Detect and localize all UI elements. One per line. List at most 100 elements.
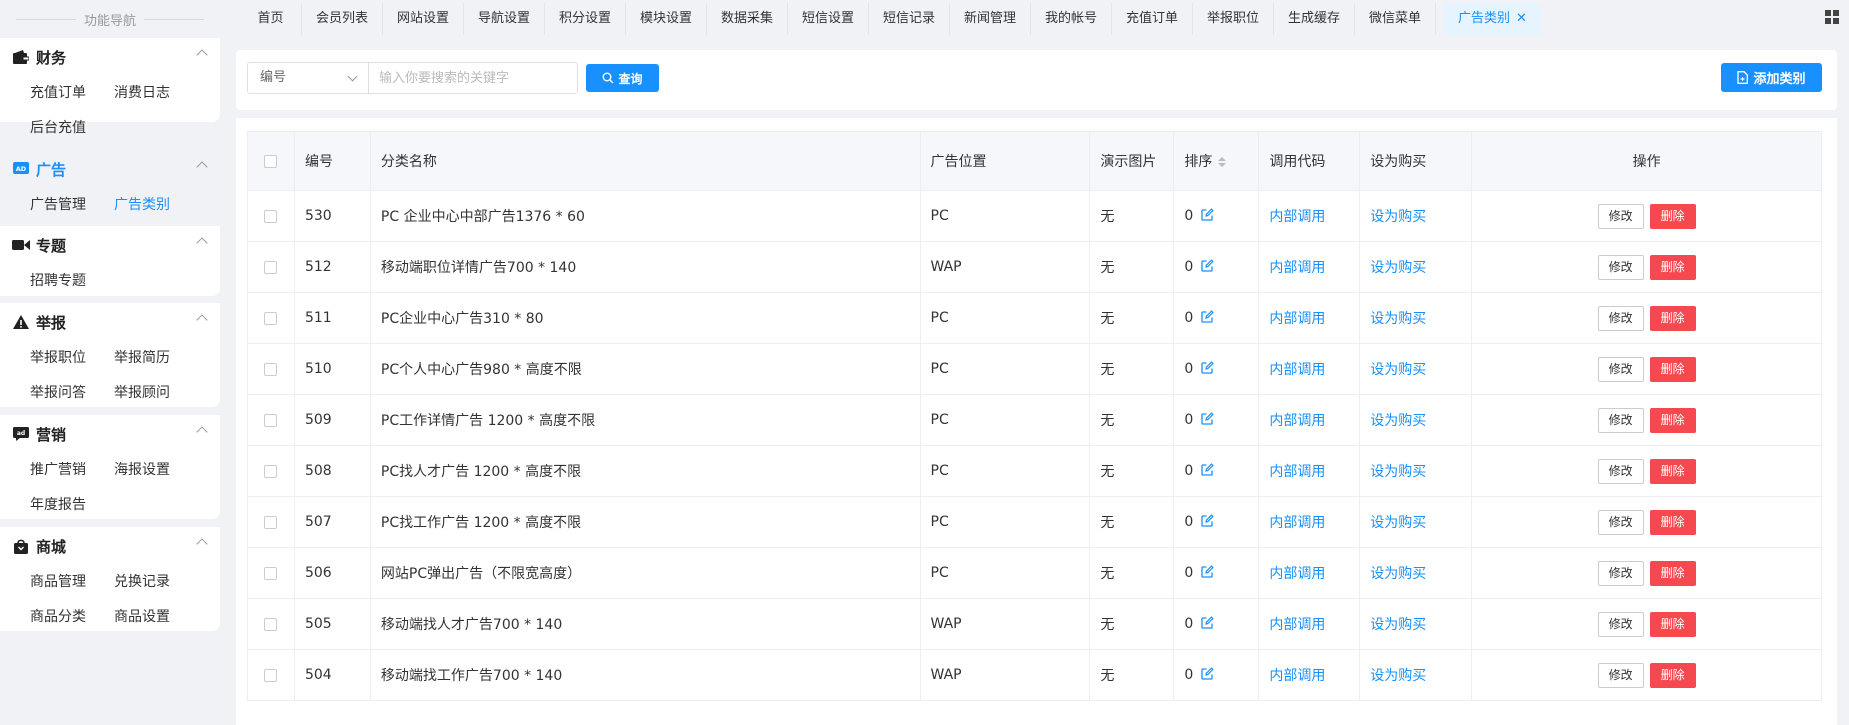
- delete-button[interactable]: 删除: [1649, 611, 1696, 637]
- sidebar-item-exchange-records[interactable]: 兑换记录: [114, 565, 198, 600]
- chevron-up-icon[interactable]: [196, 538, 208, 550]
- row-checkbox[interactable]: [264, 464, 278, 478]
- tab-site-settings[interactable]: 网站设置: [383, 3, 464, 35]
- sidebar-item-poster-settings[interactable]: 海报设置: [114, 453, 198, 488]
- sidebar-item-report-consultant[interactable]: 举报顾问: [114, 376, 198, 411]
- tab-recharge-orders[interactable]: 充值订单: [1112, 3, 1193, 35]
- sidebar-item-consumption-log[interactable]: 消费日志: [114, 76, 198, 111]
- row-checkbox[interactable]: [264, 668, 278, 682]
- sidebar-group-header-topics[interactable]: 专题: [0, 226, 220, 264]
- select-all-checkbox[interactable]: [264, 154, 278, 168]
- set-purchase-link[interactable]: 设为购买: [1370, 617, 1426, 633]
- edit-button[interactable]: 修改: [1597, 509, 1644, 535]
- delete-button[interactable]: 删除: [1649, 254, 1696, 280]
- tab-sms-records[interactable]: 短信记录: [869, 3, 950, 35]
- edit-sort-icon[interactable]: [1201, 615, 1215, 633]
- set-purchase-link[interactable]: 设为购买: [1370, 515, 1426, 531]
- row-checkbox[interactable]: [264, 413, 278, 427]
- chevron-up-icon[interactable]: [196, 161, 208, 173]
- tab-wechat-menu[interactable]: 微信菜单: [1355, 3, 1436, 35]
- sidebar-item-admin-recharge[interactable]: 后台充值: [30, 111, 114, 146]
- row-checkbox[interactable]: [264, 566, 278, 580]
- tab-nav-settings[interactable]: 导航设置: [464, 3, 545, 35]
- edit-button[interactable]: 修改: [1597, 203, 1644, 229]
- edit-sort-icon[interactable]: [1201, 258, 1215, 276]
- sidebar-group-header-finance[interactable]: 财务: [0, 38, 220, 76]
- row-checkbox[interactable]: [264, 209, 278, 223]
- row-checkbox[interactable]: [264, 515, 278, 529]
- tab-home[interactable]: 首页: [240, 3, 302, 35]
- sidebar-item-report-jobs[interactable]: 举报职位: [30, 341, 114, 376]
- set-purchase-link[interactable]: 设为购买: [1370, 260, 1426, 276]
- sidebar-group-header-ads[interactable]: AD 广告: [0, 150, 220, 188]
- delete-button[interactable]: 删除: [1649, 662, 1696, 688]
- edit-sort-icon[interactable]: [1201, 564, 1215, 582]
- tab-sms-settings[interactable]: 短信设置: [788, 3, 869, 35]
- sidebar-item-annual-report[interactable]: 年度报告: [30, 488, 114, 523]
- edit-sort-icon[interactable]: [1201, 207, 1215, 225]
- chevron-up-icon[interactable]: [196, 237, 208, 249]
- sidebar-item-ad-management[interactable]: 广告管理: [30, 188, 114, 223]
- tab-generate-cache[interactable]: 生成缓存: [1274, 3, 1355, 35]
- internal-call-link[interactable]: 内部调用: [1269, 311, 1325, 327]
- header-sort[interactable]: 排序: [1173, 131, 1260, 191]
- sidebar-item-promotion[interactable]: 推广营销: [30, 453, 114, 488]
- edit-sort-icon[interactable]: [1201, 309, 1215, 327]
- edit-button[interactable]: 修改: [1597, 305, 1644, 331]
- set-purchase-link[interactable]: 设为购买: [1370, 566, 1426, 582]
- sidebar-item-recruit-topic[interactable]: 招聘专题: [30, 264, 114, 299]
- sidebar-item-report-resumes[interactable]: 举报简历: [114, 341, 198, 376]
- sidebar-group-header-shop[interactable]: 商城: [0, 527, 220, 565]
- row-checkbox[interactable]: [264, 617, 278, 631]
- internal-call-link[interactable]: 内部调用: [1269, 668, 1325, 684]
- internal-call-link[interactable]: 内部调用: [1269, 413, 1325, 429]
- sidebar-item-ad-category[interactable]: 广告类别: [114, 188, 198, 223]
- set-purchase-link[interactable]: 设为购买: [1370, 464, 1426, 480]
- delete-button[interactable]: 删除: [1649, 458, 1696, 484]
- add-category-button[interactable]: 添加类别: [1721, 63, 1822, 92]
- row-checkbox[interactable]: [264, 260, 278, 274]
- edit-button[interactable]: 修改: [1597, 356, 1644, 382]
- row-checkbox[interactable]: [264, 362, 278, 376]
- tab-data-collection[interactable]: 数据采集: [707, 3, 788, 35]
- internal-call-link[interactable]: 内部调用: [1269, 617, 1325, 633]
- tab-news-management[interactable]: 新闻管理: [950, 3, 1031, 35]
- edit-button[interactable]: 修改: [1597, 560, 1644, 586]
- edit-sort-icon[interactable]: [1201, 411, 1215, 429]
- delete-button[interactable]: 删除: [1649, 560, 1696, 586]
- edit-sort-icon[interactable]: [1201, 666, 1215, 684]
- sidebar-group-header-reports[interactable]: 举报: [0, 303, 220, 341]
- sidebar-item-report-qa[interactable]: 举报问答: [30, 376, 114, 411]
- internal-call-link[interactable]: 内部调用: [1269, 515, 1325, 531]
- internal-call-link[interactable]: 内部调用: [1269, 260, 1325, 276]
- query-button[interactable]: 查询: [586, 64, 659, 92]
- sidebar-item-goods-management[interactable]: 商品管理: [30, 565, 114, 600]
- set-purchase-link[interactable]: 设为购买: [1370, 362, 1426, 378]
- set-purchase-link[interactable]: 设为购买: [1370, 209, 1426, 225]
- tab-member-list[interactable]: 会员列表: [302, 3, 383, 35]
- sidebar-group-header-marketing[interactable]: ad 营销: [0, 415, 220, 453]
- edit-sort-icon[interactable]: [1201, 462, 1215, 480]
- chevron-up-icon[interactable]: [196, 426, 208, 438]
- row-checkbox[interactable]: [264, 311, 278, 325]
- close-icon[interactable]: ✕: [1516, 11, 1527, 26]
- tab-points-settings[interactable]: 积分设置: [545, 3, 626, 35]
- edit-sort-icon[interactable]: [1201, 360, 1215, 378]
- internal-call-link[interactable]: 内部调用: [1269, 566, 1325, 582]
- set-purchase-link[interactable]: 设为购买: [1370, 413, 1426, 429]
- sidebar-item-goods-settings[interactable]: 商品设置: [114, 600, 198, 635]
- tab-module-settings[interactable]: 模块设置: [626, 3, 707, 35]
- sort-icon[interactable]: [1218, 157, 1227, 167]
- search-input[interactable]: [368, 62, 578, 94]
- grid-menu-icon[interactable]: [1825, 10, 1839, 24]
- edit-sort-icon[interactable]: [1201, 513, 1215, 531]
- delete-button[interactable]: 删除: [1649, 305, 1696, 331]
- internal-call-link[interactable]: 内部调用: [1269, 209, 1325, 225]
- edit-button[interactable]: 修改: [1597, 662, 1644, 688]
- edit-button[interactable]: 修改: [1597, 254, 1644, 280]
- chevron-up-icon[interactable]: [196, 49, 208, 61]
- edit-button[interactable]: 修改: [1597, 611, 1644, 637]
- set-purchase-link[interactable]: 设为购买: [1370, 311, 1426, 327]
- chevron-up-icon[interactable]: [196, 314, 208, 326]
- search-field-select[interactable]: 编号: [247, 62, 369, 94]
